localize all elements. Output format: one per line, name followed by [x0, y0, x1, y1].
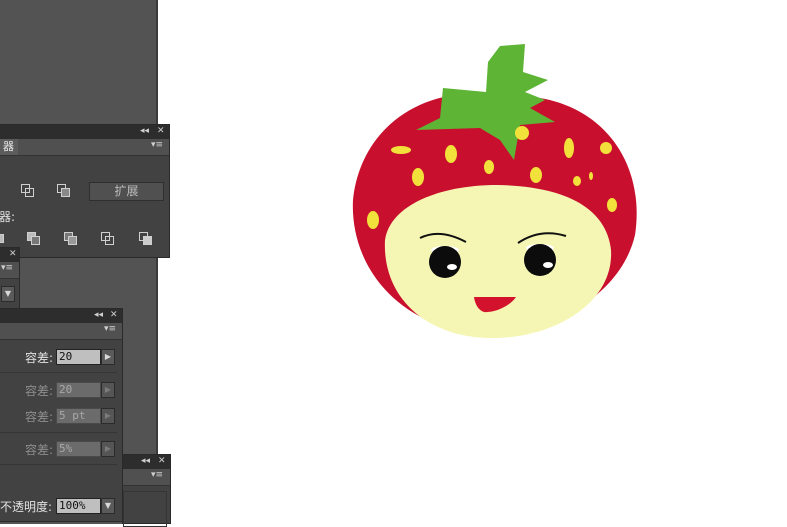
left-eye	[429, 246, 461, 278]
seed	[607, 198, 617, 212]
bottom-panel-tabbar: ▾≡	[123, 469, 170, 486]
pathfinder-tabbar: 器 ▾≡	[0, 139, 169, 156]
divide-icon[interactable]	[0, 234, 9, 248]
stroke-tolerance-input[interactable]: 20	[56, 382, 101, 398]
close-icon[interactable]: ✕	[158, 456, 166, 467]
small-panel-titlebar: ✕	[0, 248, 19, 262]
fill-tolerance-label: 容差:	[25, 351, 54, 365]
trim-icon[interactable]	[27, 232, 41, 246]
divider	[0, 464, 117, 465]
seed	[600, 142, 612, 154]
pathfinders-label: 器:	[0, 210, 16, 224]
seed	[530, 167, 542, 183]
stroke-weight-arrow-icon[interactable]: ▶	[101, 408, 115, 424]
opacity-tolerance-input[interactable]: 5%	[56, 441, 101, 457]
magic-wand-titlebar: ◂◂ ✕	[0, 309, 122, 323]
seed	[367, 211, 379, 229]
merge-icon[interactable]	[64, 232, 78, 246]
intersect-icon[interactable]	[21, 184, 35, 198]
close-icon[interactable]: ✕	[9, 249, 17, 260]
dropdown-arrow-icon[interactable]: ▼	[1, 286, 15, 302]
crop-icon[interactable]	[101, 232, 115, 246]
fill-tolerance-arrow-icon[interactable]: ▶	[101, 349, 115, 365]
minus-back-icon[interactable]	[139, 232, 153, 246]
opacity-tolerance-label: 容差:	[25, 443, 54, 457]
opacity-tolerance-arrow-icon[interactable]: ▶	[101, 441, 115, 457]
pathfinder-titlebar: ◂◂ ✕	[0, 125, 169, 139]
tab-pathfinder[interactable]: 器	[0, 139, 18, 155]
collapse-icon[interactable]: ◂◂	[140, 126, 149, 137]
opacity-label: 不透明度:	[0, 500, 53, 514]
panel-menu-icon[interactable]: ▾≡	[151, 470, 163, 480]
panel-menu-icon[interactable]: ▾≡	[151, 140, 163, 150]
strawberry-face	[384, 185, 612, 339]
seed	[445, 145, 457, 163]
seed	[564, 138, 574, 158]
panel-menu-icon[interactable]: ▾≡	[1, 263, 13, 273]
panel-menu-icon[interactable]: ▾≡	[104, 324, 116, 334]
stroke-weight-label: 容差:	[25, 410, 54, 424]
right-eye	[524, 244, 556, 276]
seed	[573, 176, 581, 186]
bottom-panel: ◂◂ ✕ ▾≡	[122, 454, 171, 527]
magic-wand-panel: ◂◂ ✕ ▾≡ 容差: 20 ▶ 容差: 20 ▶ 容差: 5 pt ▶ 容差:…	[0, 308, 123, 522]
seed	[391, 146, 411, 154]
pathfinder-panel: ◂◂ ✕ 器 ▾≡ 扩展 器:	[0, 124, 170, 258]
small-panel: ✕ ▾≡ ▼	[0, 247, 20, 311]
fill-tolerance-input[interactable]: 20	[56, 349, 101, 365]
stroke-tolerance-label: 容差:	[25, 384, 54, 398]
expand-button[interactable]: 扩展	[89, 182, 164, 201]
collapse-icon[interactable]: ◂◂	[94, 310, 103, 321]
opacity-input[interactable]: 100%	[56, 498, 101, 514]
seed	[412, 168, 424, 186]
opacity-dropdown-icon[interactable]: ▼	[101, 498, 115, 514]
collapse-icon[interactable]: ◂◂	[141, 456, 150, 467]
magic-wand-tabbar: ▾≡	[0, 323, 122, 340]
stroke-weight-input[interactable]: 5 pt	[56, 408, 101, 424]
seed	[515, 126, 529, 140]
bottom-panel-titlebar: ◂◂ ✕	[123, 455, 170, 469]
bottom-panel-preview	[123, 491, 167, 527]
seed	[589, 172, 593, 180]
close-icon[interactable]: ✕	[110, 310, 118, 321]
divider	[0, 372, 117, 373]
stroke-tolerance-arrow-icon[interactable]: ▶	[101, 382, 115, 398]
close-icon[interactable]: ✕	[157, 126, 165, 137]
small-panel-tabbar: ▾≡	[0, 262, 19, 279]
exclude-icon[interactable]	[57, 184, 71, 198]
seed	[484, 160, 494, 174]
divider	[0, 432, 117, 433]
